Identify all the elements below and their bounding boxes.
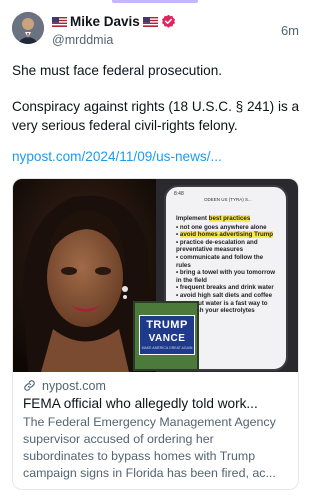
link-title[interactable]: FEMA official who allegedly told work... bbox=[23, 395, 288, 413]
author-name[interactable]: Mike Davis bbox=[70, 14, 140, 29]
sign-line-1: TRUMP bbox=[146, 319, 188, 331]
link-preview-image[interactable]: 8:48 ODEEN US (TYRA) S... Implement best… bbox=[13, 179, 298, 372]
post-text-line-2: Conspiracy against rights (18 U.S.C. § 2… bbox=[12, 99, 300, 133]
post-header: Mike Davis @mrddmia 6m bbox=[12, 12, 299, 52]
note-item: bring a towel with you tomorrow in the f… bbox=[176, 269, 276, 284]
sign-line-2: VANCE bbox=[148, 333, 186, 344]
note-item: avoid high salt diets and coffee bbox=[176, 292, 276, 300]
sign-line-3: MAKE AMERICA GREAT AGAIN bbox=[141, 346, 193, 350]
post-link[interactable]: nypost.com/2024/11/09/us-news/... bbox=[12, 149, 222, 164]
phone-contact-name: ODEEN US (TYRA) S... bbox=[204, 197, 252, 202]
campaign-sign: TRUMP VANCE MAKE AMERICA GREAT AGAIN bbox=[139, 315, 195, 355]
link-description: The Federal Emergency Management Agency … bbox=[23, 415, 276, 480]
author-name-row[interactable]: Mike Davis bbox=[52, 14, 176, 29]
author-handle[interactable]: @mrddmia bbox=[52, 33, 113, 47]
note-item: practice de-escalation and preventative … bbox=[176, 239, 276, 254]
link-icon bbox=[24, 380, 35, 391]
link-preview-card[interactable]: 8:48 ODEEN US (TYRA) S... Implement best… bbox=[12, 178, 299, 490]
us-flag-icon bbox=[52, 16, 67, 27]
active-tab-indicator bbox=[112, 0, 198, 3]
verified-badge-icon bbox=[161, 14, 175, 28]
trump-vance-sign-image: TRUMP VANCE MAKE AMERICA GREAT AGAIN bbox=[133, 301, 199, 371]
phone-status-time: 8:48 bbox=[174, 191, 184, 197]
note-item: not one goes anywhere alone bbox=[176, 224, 276, 232]
post-text-line-1: She must face federal prosecution. bbox=[12, 63, 223, 78]
note-item-highlighted: avoid homes advertising Trump bbox=[176, 231, 276, 239]
post-timestamp[interactable]: 6m bbox=[281, 23, 299, 38]
link-domain: nypost.com bbox=[42, 378, 106, 393]
us-flag-icon bbox=[142, 16, 158, 27]
note-heading: Implement best practices bbox=[176, 215, 251, 222]
link-preview-meta[interactable]: nypost.com FEMA official who allegedly t… bbox=[13, 372, 298, 482]
link-domain-row: nypost.com bbox=[23, 378, 288, 393]
avatar[interactable] bbox=[12, 12, 44, 44]
note-item: frequent breaks and drink water bbox=[176, 284, 276, 292]
note-item: communicate and follow the rules bbox=[176, 254, 276, 269]
